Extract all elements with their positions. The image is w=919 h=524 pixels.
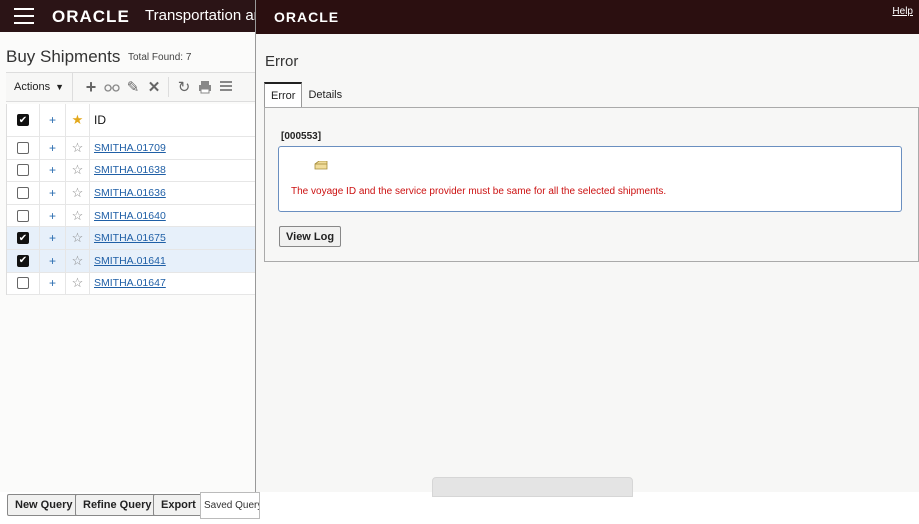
row-star-icon[interactable]: ☆ — [66, 272, 90, 295]
table-row[interactable]: + ☆ SMITHA.01709 — [7, 137, 256, 160]
error-message-box: The voyage ID and the service provider m… — [278, 146, 902, 212]
grid-toolbar: Actions ▼ + ✎ ✕ ↻ — [6, 72, 256, 102]
favorite-star-icon[interactable]: ★ — [66, 104, 90, 136]
row-checkbox[interactable]: ✔ — [17, 254, 29, 267]
grid-header-row: ✔ + ★ ID — [7, 104, 256, 137]
refresh-icon[interactable]: ↻ — [174, 77, 194, 97]
error-code: [000553] — [281, 131, 322, 142]
row-expand-icon[interactable]: + — [40, 272, 66, 295]
toolbar-divider — [168, 77, 169, 97]
row-expand-icon[interactable]: + — [40, 159, 66, 182]
dialog-header: ORACLE Help — [256, 0, 919, 34]
table-row[interactable]: + ☆ SMITHA.01640 — [7, 204, 256, 228]
row-star-icon[interactable]: ☆ — [66, 159, 90, 182]
table-row[interactable]: ✔ + ☆ SMITHA.01675 — [7, 227, 256, 250]
dialog-title: Error — [265, 53, 299, 70]
export-button[interactable]: Export — [153, 494, 204, 516]
buy-shipments-pane: Buy Shipments Total Found: 7 Actions ▼ +… — [0, 32, 260, 519]
table-row[interactable]: ✔ + ☆ SMITHA.01641 — [7, 249, 256, 273]
row-star-icon[interactable]: ☆ — [66, 182, 90, 204]
caret-down-icon: ▼ — [55, 82, 64, 92]
row-checkbox[interactable]: ✔ — [17, 232, 29, 245]
shipment-id-link[interactable]: SMITHA.01636 — [94, 187, 166, 199]
new-query-button[interactable]: New Query — [7, 494, 81, 516]
row-expand-icon[interactable]: + — [40, 204, 66, 227]
row-expand-icon[interactable]: + — [40, 227, 66, 249]
row-checkbox[interactable] — [17, 141, 29, 154]
dialog-oracle-logo: ORACLE — [274, 9, 340, 25]
row-checkbox[interactable] — [17, 164, 29, 177]
row-checkbox[interactable] — [17, 277, 29, 290]
shipment-id-link[interactable]: SMITHA.01647 — [94, 277, 166, 289]
id-column-header[interactable]: ID — [90, 113, 106, 127]
row-star-icon[interactable]: ☆ — [66, 204, 90, 227]
select-all-checkbox[interactable]: ✔ — [17, 114, 29, 126]
query-button-bar: New Query Refine Query Export Saved Quer… — [0, 487, 260, 524]
shipment-id-link[interactable]: SMITHA.01641 — [94, 255, 166, 267]
table-row[interactable]: + ☆ SMITHA.01638 — [7, 159, 256, 183]
app-title: Transportation and — [145, 7, 271, 24]
row-star-icon[interactable]: ☆ — [66, 227, 90, 249]
actions-label: Actions — [14, 81, 51, 93]
row-expand-icon[interactable]: + — [40, 137, 66, 159]
row-checkbox[interactable] — [17, 209, 29, 222]
oracle-logo: ORACLE — [52, 7, 130, 26]
hamburger-menu-icon[interactable] — [14, 8, 34, 24]
view-icon[interactable] — [102, 77, 122, 97]
help-link[interactable]: Help — [892, 6, 913, 17]
error-message-icon — [314, 161, 328, 170]
total-found: Total Found: 7 — [128, 52, 192, 63]
edit-icon[interactable]: ✎ — [123, 77, 143, 97]
list-icon[interactable] — [216, 77, 236, 97]
row-expand-icon[interactable]: + — [40, 182, 66, 204]
shipment-id-link[interactable]: SMITHA.01709 — [94, 142, 166, 154]
error-message-text: The voyage ID and the service provider m… — [291, 186, 667, 197]
saved-query-select[interactable]: Saved Query — [200, 492, 260, 519]
row-star-icon[interactable]: ☆ — [66, 137, 90, 159]
view-log-button[interactable]: View Log — [279, 226, 342, 247]
row-checkbox[interactable] — [17, 186, 29, 199]
page-title: Buy Shipments — [6, 47, 121, 66]
tab-error[interactable]: Error — [264, 82, 303, 108]
dialog-tabs: Error Details — [264, 82, 348, 108]
row-expand-icon[interactable]: + — [40, 249, 66, 272]
refine-query-button[interactable]: Refine Query — [75, 494, 160, 516]
shipment-id-link[interactable]: SMITHA.01675 — [94, 232, 166, 244]
tab-details[interactable]: Details — [302, 82, 348, 108]
shipment-id-link[interactable]: SMITHA.01640 — [94, 210, 166, 222]
floating-toolbar — [432, 477, 633, 497]
actions-menu-button[interactable]: Actions ▼ — [6, 73, 73, 101]
delete-icon[interactable]: ✕ — [144, 77, 164, 97]
table-row[interactable]: + ☆ SMITHA.01636 — [7, 182, 256, 205]
error-dialog: ORACLE Help Error Error Details [000553]… — [255, 0, 919, 497]
table-row[interactable]: + ☆ SMITHA.01647 — [7, 272, 256, 296]
print-icon[interactable] — [195, 77, 215, 97]
add-icon[interactable]: + — [81, 77, 101, 97]
shipments-grid: ✔ + ★ ID + ☆ SMITHA.01709 + ☆ SMITHA.01638 + ☆ S… — [6, 104, 256, 296]
row-star-icon[interactable]: ☆ — [66, 249, 90, 272]
shipment-id-link[interactable]: SMITHA.01638 — [94, 164, 166, 176]
expand-all-icon[interactable]: + — [40, 104, 66, 136]
error-tab-panel: [000553] The voyage ID and the service p… — [264, 107, 919, 262]
